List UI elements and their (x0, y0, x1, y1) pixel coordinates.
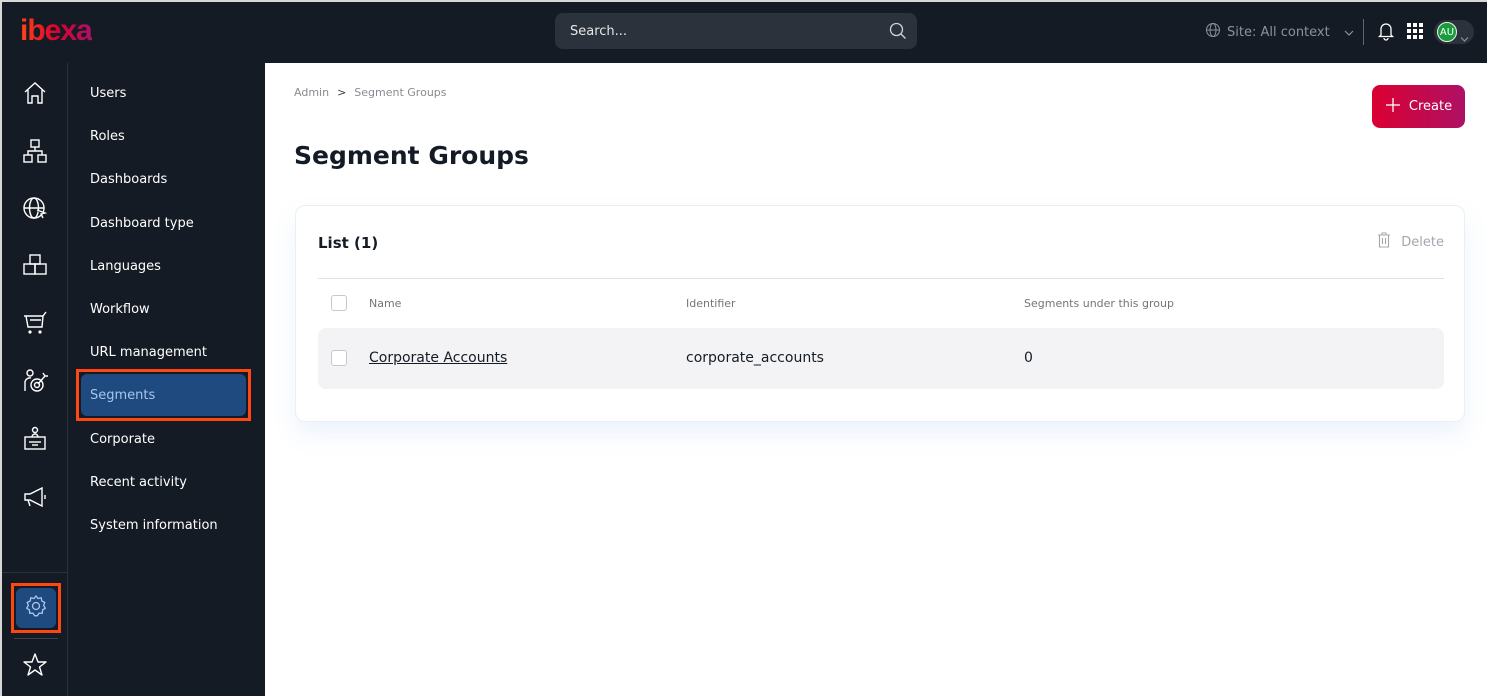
gear-icon (24, 594, 48, 622)
subnav-item-label: Users (90, 85, 127, 101)
breadcrumb-separator: > (337, 86, 347, 99)
select-all-checkbox[interactable] (331, 295, 347, 311)
subnav-item-label: Corporate (90, 431, 155, 447)
subnav-item-label: Languages (90, 258, 161, 274)
star-icon[interactable] (21, 651, 49, 679)
customer-target-icon[interactable] (21, 367, 49, 395)
segment-group-name-link[interactable]: Corporate Accounts (369, 350, 507, 366)
subnav-item-roles[interactable]: Roles (78, 115, 248, 157)
search-input[interactable] (555, 13, 875, 49)
row-checkbox[interactable] (331, 350, 347, 366)
ibexa-logo[interactable]: ibexa (20, 16, 93, 46)
admin-settings-button[interactable] (11, 583, 61, 633)
table-row: Corporate Accounts corporate_accounts 0 (318, 328, 1444, 389)
form-builder-icon[interactable] (21, 425, 49, 453)
globe-icon (1205, 22, 1221, 42)
subnav-item-label: Recent activity (90, 474, 187, 490)
search-icon[interactable] (889, 22, 907, 40)
main-navigation-rail (2, 63, 68, 696)
avatar: AU (1437, 22, 1457, 42)
search-box[interactable] (555, 13, 917, 49)
apps-grid-icon[interactable] (1407, 23, 1423, 39)
breadcrumb-item-admin[interactable]: Admin (294, 86, 329, 99)
chevron-down-icon (1460, 28, 1469, 42)
rail-divider (14, 638, 58, 639)
subnav-item-dashboards[interactable]: Dashboards (78, 158, 248, 200)
subnav-item-label: Dashboard type (90, 215, 194, 231)
delete-button-label: Delete (1401, 234, 1444, 250)
globe-cursor-icon[interactable] (21, 194, 49, 222)
home-icon[interactable] (21, 79, 49, 107)
column-header-name[interactable]: Name (369, 297, 401, 310)
chevron-down-icon (1344, 25, 1354, 40)
subnav-item-label: Dashboards (90, 171, 168, 187)
segment-groups-list-card: List (1) Delete Name Identifier Segments… (295, 205, 1465, 422)
trash-icon (1377, 232, 1391, 252)
subnav-item-users[interactable]: Users (78, 72, 248, 114)
create-button[interactable]: Create (1372, 85, 1465, 128)
breadcrumb-item-current: Segment Groups (354, 86, 447, 99)
subnav-item-languages[interactable]: Languages (78, 245, 248, 287)
rail-divider (2, 572, 68, 573)
subnav-item-segments[interactable]: Segments (76, 369, 251, 421)
plus-icon (1385, 97, 1401, 117)
site-context-label: Site: All context (1227, 24, 1330, 40)
products-boxes-icon[interactable] (21, 251, 49, 279)
column-header-identifier[interactable]: Identifier (686, 297, 736, 310)
subnav-item-url-management[interactable]: URL management (78, 331, 248, 373)
segment-count: 0 (1024, 350, 1033, 366)
admin-subnavigation: Users Roles Dashboards Dashboard type La… (68, 63, 265, 696)
create-button-label: Create (1408, 99, 1453, 114)
subnav-item-label: URL management (90, 344, 208, 360)
content-structure-icon[interactable] (21, 137, 49, 165)
top-bar: ibexa Site: All context AU (2, 2, 1487, 63)
subnav-item-dashboard-type[interactable]: Dashboard type (78, 202, 248, 244)
list-header-divider (318, 278, 1444, 279)
delete-button[interactable]: Delete (1377, 232, 1444, 252)
segment-group-identifier: corporate_accounts (686, 350, 824, 366)
column-header-segments[interactable]: Segments under this group (1024, 297, 1174, 310)
subnav-item-recent-activity[interactable]: Recent activity (78, 461, 248, 503)
notification-bell-icon[interactable] (1377, 21, 1395, 41)
subnav-item-label: Workflow (90, 301, 150, 317)
page-title: Segment Groups (294, 141, 529, 170)
cart-icon[interactable] (21, 309, 49, 337)
subnav-item-system-information[interactable]: System information (78, 504, 248, 546)
subnav-item-label: Segments (90, 387, 156, 403)
site-context-selector[interactable]: Site: All context (1205, 20, 1354, 44)
main-content: Admin > Segment Groups Segment Groups Cr… (265, 63, 1487, 696)
subnav-item-workflow[interactable]: Workflow (78, 288, 248, 330)
breadcrumb: Admin > Segment Groups (294, 86, 447, 99)
user-menu[interactable]: AU (1434, 20, 1474, 44)
subnav-item-label: Roles (90, 128, 125, 144)
subnav-item-label: System information (90, 517, 218, 533)
header-divider (1363, 19, 1364, 45)
megaphone-icon[interactable] (21, 483, 49, 511)
list-title: List (1) (318, 234, 379, 252)
subnav-item-corporate[interactable]: Corporate (78, 418, 248, 460)
